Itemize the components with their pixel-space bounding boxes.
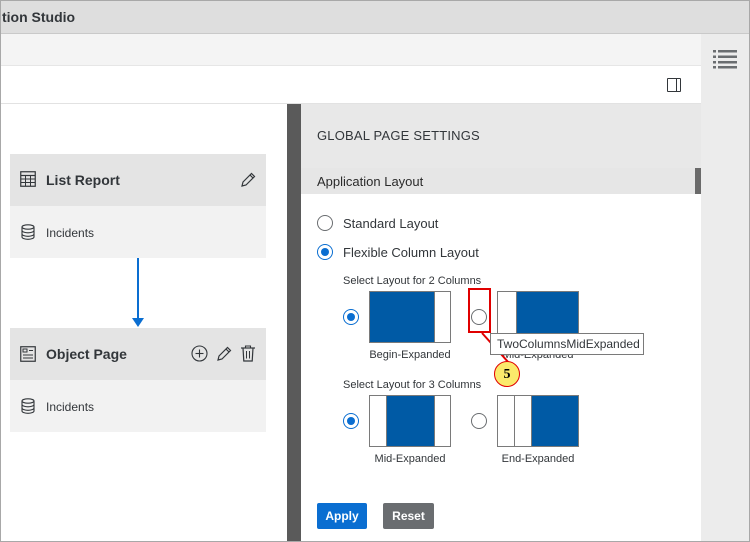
delete-icon[interactable] — [240, 345, 256, 362]
flexible-column-layout-radio[interactable] — [317, 244, 333, 260]
navigation-connector — [137, 258, 139, 322]
list-report-title: List Report — [46, 172, 120, 188]
callout-number-badge: 5 — [494, 361, 520, 387]
title-bar: tion Studio — [0, 0, 750, 34]
standard-layout-label: Standard Layout — [343, 216, 439, 231]
two-col-begin-expanded-thumbnail[interactable] — [369, 291, 451, 343]
panel-splitter[interactable] — [287, 104, 301, 542]
three-col-mid-expanded-thumbnail[interactable] — [369, 395, 451, 447]
editor-toolbar — [0, 66, 701, 104]
section-title: Application Layout — [317, 174, 424, 189]
three-columns-label: Select Layout for 3 Columns — [343, 379, 482, 391]
apply-button[interactable]: Apply — [317, 503, 367, 529]
database-icon — [21, 224, 35, 240]
table-icon — [20, 171, 36, 187]
database-icon — [21, 398, 35, 414]
reset-button[interactable]: Reset — [383, 503, 434, 529]
two-col-begin-expanded-caption: Begin-Expanded — [369, 349, 451, 361]
add-icon[interactable] — [191, 345, 208, 362]
three-col-end-expanded-caption: End-Expanded — [501, 453, 575, 465]
list-menu-icon[interactable] — [713, 49, 737, 69]
three-col-end-expanded-radio[interactable] — [471, 413, 487, 429]
list-report-entity: Incidents — [46, 226, 95, 240]
toggle-panel-icon[interactable] — [667, 78, 681, 92]
section-header-edge — [695, 168, 701, 194]
flexible-column-layout-label: Flexible Column Layout — [343, 245, 479, 260]
settings-title: GLOBAL PAGE SETTINGS — [317, 128, 480, 143]
object-page-entity: Incidents — [46, 400, 95, 414]
edit-icon[interactable] — [215, 345, 233, 363]
standard-layout-radio[interactable] — [317, 215, 333, 231]
object-page-icon — [20, 346, 36, 362]
callout-highlight-box — [468, 288, 491, 333]
three-col-mid-expanded-radio[interactable] — [343, 413, 359, 429]
two-col-begin-expanded-radio[interactable] — [343, 309, 359, 325]
three-col-mid-expanded-caption: Mid-Expanded — [374, 453, 446, 465]
app-title: tion Studio — [2, 9, 76, 25]
object-page-title: Object Page — [46, 346, 127, 362]
three-col-end-expanded-thumbnail[interactable] — [497, 395, 579, 447]
edit-icon[interactable] — [239, 171, 257, 189]
sub-header-bar — [0, 34, 701, 66]
right-sidebar — [701, 34, 750, 542]
connector-arrow-icon — [132, 318, 144, 327]
two-columns-label: Select Layout for 2 Columns — [343, 275, 482, 287]
layout-tooltip: TwoColumnsMidExpanded — [490, 333, 644, 355]
